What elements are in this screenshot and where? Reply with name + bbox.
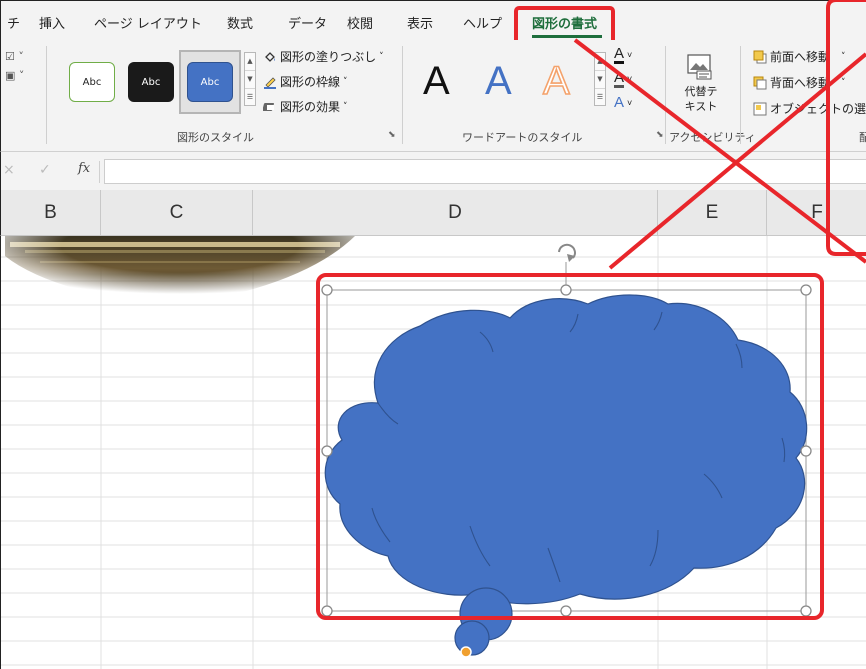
resize-handle-bottom-right[interactable] [800,605,812,617]
resize-handle-right[interactable] [800,445,812,457]
resize-handle-bottom[interactable] [560,605,572,617]
adjustment-handle[interactable] [460,646,472,658]
drawing-layer [5,0,866,658]
resize-handle-top[interactable] [560,284,572,296]
resize-handle-bottom-left[interactable] [321,605,333,617]
cloud-tail-bubble-small[interactable] [454,620,490,656]
rotate-handle-icon[interactable] [558,243,576,290]
lake-photo[interactable] [5,236,355,301]
resize-handle-left[interactable] [321,445,333,457]
cloud-callout-shape[interactable] [324,294,808,605]
annotation-line [573,38,866,264]
resize-handle-top-left[interactable] [321,284,333,296]
resize-handle-top-right[interactable] [800,284,812,296]
arrange-highlight-box [826,0,866,256]
